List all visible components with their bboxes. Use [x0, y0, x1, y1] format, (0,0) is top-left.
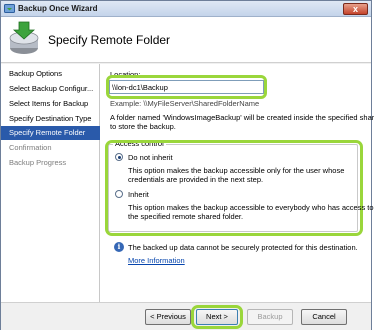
content-panel: Location: Example: \\MyFileServer\Shared…: [100, 64, 374, 302]
sidebar-item-select-items-for-backup[interactable]: Select Items for Backup: [1, 97, 100, 111]
folder-note-line1: A folder named 'WindowsImageBackup' will…: [110, 113, 374, 122]
inherit-radio[interactable]: [115, 190, 123, 198]
sidebar-item-specify-destination-type[interactable]: Specify Destination Type: [1, 112, 100, 126]
folder-note-line2: to store the backup.: [110, 122, 176, 131]
previous-button[interactable]: < Previous: [145, 309, 191, 325]
backup-drive-icon: [9, 21, 39, 54]
cancel-button[interactable]: Cancel: [301, 309, 347, 325]
sidebar-item-specify-remote-folder[interactable]: Specify Remote Folder: [1, 126, 100, 140]
backup-button: Backup: [247, 309, 293, 325]
do-not-inherit-radio[interactable]: [115, 153, 123, 161]
do-not-inherit-label[interactable]: Do not inherit: [128, 153, 173, 162]
sidebar-item-backup-progress: Backup Progress: [9, 158, 67, 167]
window-title: Backup Once Wizard: [18, 4, 98, 13]
wizard-steps-sidebar: Backup Options Select Backup Configur...…: [1, 64, 100, 302]
sidebar-item-backup-options[interactable]: Backup Options: [1, 67, 100, 81]
location-example: Example: \\MyFileServer\SharedFolderName: [110, 99, 260, 108]
inherit-desc-line2: the specified remote shared folder.: [128, 212, 244, 221]
wizard-header: Specify Remote Folder: [1, 17, 371, 63]
more-information-link[interactable]: More Information: [128, 256, 185, 265]
wizard-footer: < Previous Next > Backup Cancel: [1, 302, 371, 330]
security-warning-text: The backed up data cannot be securely pr…: [128, 243, 358, 252]
next-button[interactable]: Next >: [196, 309, 238, 325]
info-icon: i: [114, 242, 124, 252]
inherit-label[interactable]: Inherit: [128, 190, 149, 199]
close-button[interactable]: x: [343, 3, 368, 15]
page-title: Specify Remote Folder: [48, 33, 171, 47]
do-not-inherit-desc-line2: credentials are provided in the next ste…: [128, 175, 264, 184]
inherit-desc-line1: This option makes the backup accessible …: [128, 203, 374, 212]
location-highlight: [106, 75, 267, 99]
backup-app-icon: [4, 4, 15, 13]
title-bar: Backup Once Wizard x: [1, 1, 371, 17]
wizard-window: Backup Once Wizard x Specify Remote Fold…: [0, 0, 374, 330]
sidebar-item-confirmation: Confirmation: [9, 143, 52, 152]
sidebar-item-select-backup-configuration[interactable]: Select Backup Configur...: [1, 82, 100, 96]
do-not-inherit-desc-line1: This option makes the backup accessible …: [128, 166, 345, 175]
